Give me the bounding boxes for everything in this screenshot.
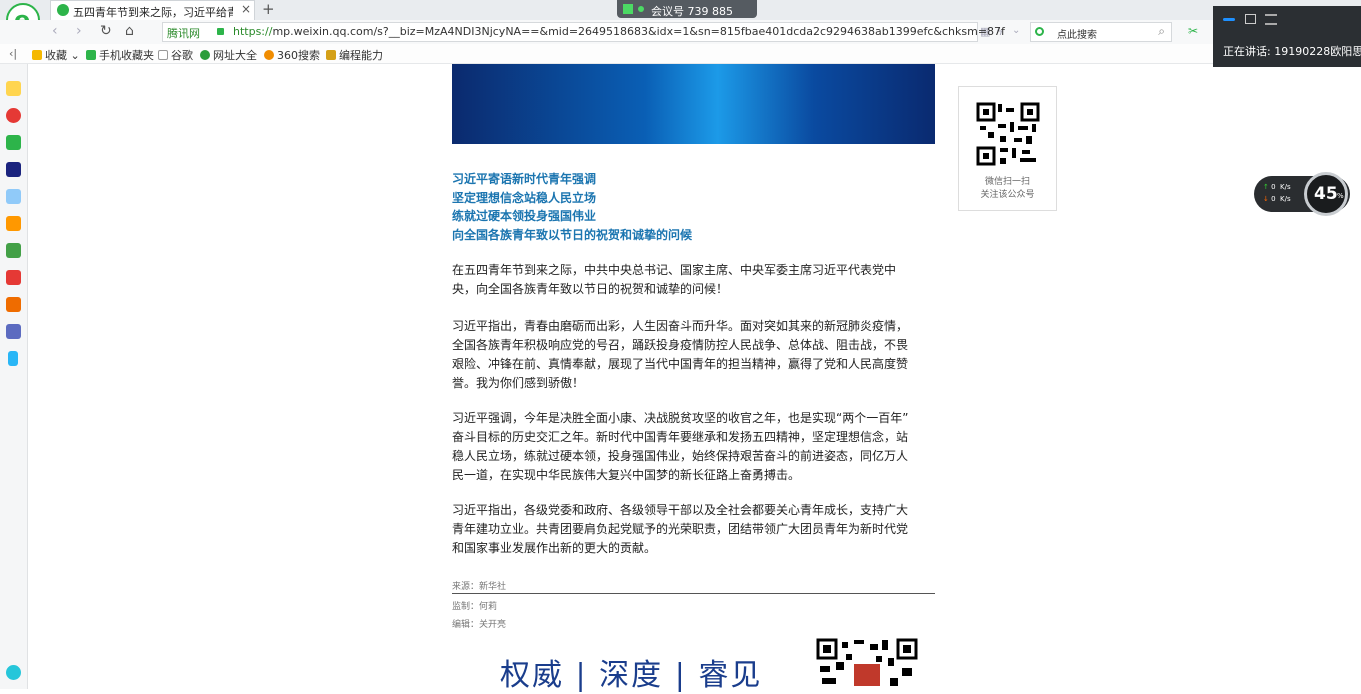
qr-follow-box: 微信扫一扫 关注该公众号: [958, 86, 1057, 211]
url-text: https://mp.weixin.qq.com/s?__biz=MzA4NDI…: [233, 25, 1005, 38]
supervisor-line: 监制：何莉: [452, 602, 498, 612]
upload-speed: ↑ 0 K/s: [1263, 183, 1291, 191]
game-icon-4[interactable]: [6, 324, 21, 339]
browser-tab[interactable]: 五四青年节到来之际，习近平给青年 ×: [50, 0, 255, 20]
bookmark-sites[interactable]: 网址大全: [200, 47, 257, 63]
status-dot-icon: [638, 6, 644, 12]
headline-1: 习近平寄语新时代青年强调: [452, 172, 597, 186]
source-line: 来源：新华社: [452, 582, 507, 592]
site-label: 腾讯网: [167, 27, 200, 40]
mail-icon[interactable]: [6, 135, 21, 150]
back-icon[interactable]: ‹: [52, 23, 58, 39]
editor-line: 编辑：关开亮: [452, 620, 507, 630]
usage-percent: 45: [1314, 184, 1338, 204]
home-icon[interactable]: ⌂: [125, 23, 134, 39]
chevron-down-icon[interactable]: ⌄: [1012, 25, 1020, 36]
refresh-icon[interactable]: ↻: [100, 23, 112, 39]
search-placeholder: 点此搜索: [1057, 30, 1097, 41]
forward-icon[interactable]: ›: [76, 23, 82, 39]
collapse-icon[interactable]: ‹|: [9, 47, 17, 60]
bookmark-360[interactable]: 360搜索: [264, 47, 320, 63]
close-tab-icon[interactable]: ×: [241, 2, 251, 16]
search-icon[interactable]: ⌕: [1158, 24, 1165, 39]
window-icon[interactable]: [1245, 14, 1256, 24]
bookmark-google[interactable]: 谷歌: [158, 47, 193, 63]
article-banner: [452, 64, 935, 144]
shop-icon[interactable]: [6, 270, 21, 285]
weibo-icon[interactable]: [6, 108, 21, 123]
search-box[interactable]: 点此搜索 ⌕: [1030, 22, 1172, 42]
headline-2: 坚定理想信念站稳人民立场: [452, 191, 597, 205]
left-sidebar: [0, 64, 28, 689]
game-icon-1[interactable]: [6, 216, 21, 231]
divider: [452, 593, 935, 594]
qr-caption-1: 微信扫一扫: [984, 177, 1030, 187]
slogan: 权威 | 深度 | 睿见: [500, 658, 763, 693]
app-icon-1[interactable]: [6, 162, 21, 177]
bookmark-mobile[interactable]: 手机收藏夹: [86, 47, 154, 63]
minimize-icon[interactable]: [1223, 18, 1235, 21]
xinhua-qr-code: [816, 638, 918, 689]
bookmark-coding[interactable]: 编程能力: [326, 47, 383, 63]
favorites-icon[interactable]: [6, 81, 21, 96]
bookmarks-bar: ‹| 收藏 ⌄ 手机收藏夹 谷歌 网址大全 360搜索 编程能力: [0, 44, 1361, 64]
paragraph-3: 习近平强调，今年是决胜全面小康、决战脱贫攻坚的收官之年，也是实现“两个一百年” 奋…: [452, 411, 909, 482]
network-speed-widget[interactable]: ↑ 0 K/s ↓ 0 K/s 45 %: [1254, 172, 1350, 216]
address-bar[interactable]: 腾讯网 https://mp.weixin.qq.com/s?__biz=MzA…: [162, 22, 1005, 42]
paragraph-4: 习近平指出，各级党委和政府、各级领导干部以及全社会都要关心青年成长，支持广大 青年…: [452, 503, 909, 555]
url-scheme: https://: [233, 25, 273, 38]
game-icon-3[interactable]: [6, 297, 21, 312]
new-tab-button[interactable]: +: [262, 0, 275, 18]
qr-code: [976, 102, 1040, 166]
percent-sign: %: [1337, 192, 1344, 200]
qr-caption-2: 关注该公众号: [980, 190, 1035, 200]
bookmark-favorites[interactable]: 收藏 ⌄: [32, 47, 80, 63]
news-icon[interactable]: [6, 189, 21, 204]
menu-icon[interactable]: [1265, 14, 1277, 25]
wechat-icon: [57, 4, 69, 16]
url-rest: mp.weixin.qq.com/s?__biz=MzA4NDI3NjcyNA=…: [272, 25, 1005, 38]
usage-gauge: 45 %: [1304, 172, 1348, 216]
paragraph-1: 在五四青年节到来之际，中共中央总书记、国家主席、中央军委主席习近平代表党中 央，向…: [452, 263, 897, 296]
search-engine-icon: [1035, 27, 1044, 36]
scissors-icon[interactable]: ✂: [1188, 24, 1198, 38]
settings-icon[interactable]: [6, 665, 21, 680]
meeting-indicator[interactable]: 会议号 739 885 188: [617, 0, 757, 32]
speaking-popup: 正在讲话: 19190228欧阳思;: [1213, 6, 1361, 67]
headline-4: 向全国各族青年致以节日的祝贺和诚挚的问候: [452, 228, 693, 242]
paragraph-2: 习近平指出，青春由磨砺而出彩，人生因奋斗而升华。面对突如其来的新冠肺炎疫情， 全国…: [452, 319, 909, 390]
lock-icon: [217, 28, 224, 35]
app-icon-p[interactable]: [8, 351, 18, 366]
signal-icon: [623, 4, 633, 14]
tab-title: 五四青年节到来之际，习近平给青年: [73, 6, 233, 19]
download-speed: ↓ 0 K/s: [1263, 195, 1291, 203]
speaking-text: 正在讲话: 19190228欧阳思;: [1223, 45, 1361, 58]
game-icon-2[interactable]: [6, 243, 21, 258]
headline-3: 练就过硬本领投身强国伟业: [452, 209, 597, 223]
